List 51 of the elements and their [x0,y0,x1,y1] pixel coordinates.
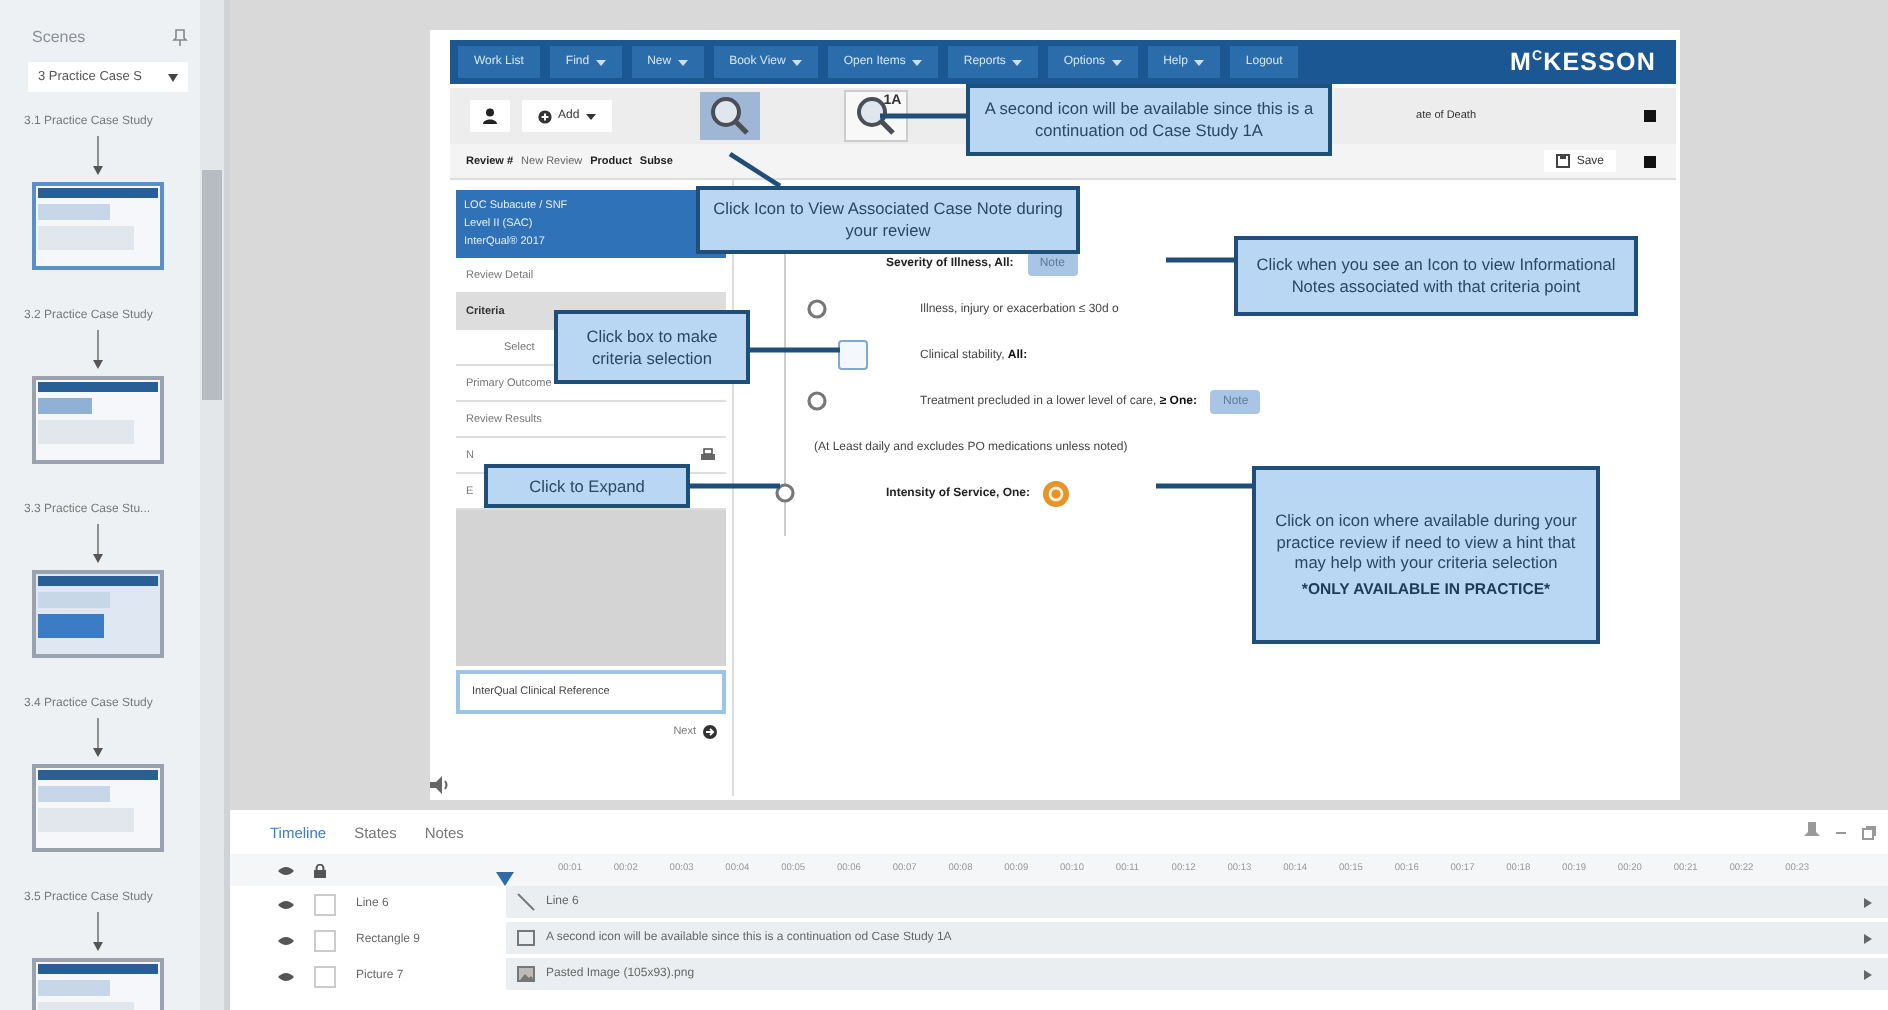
eye-icon [278,865,294,875]
lock-checkbox[interactable] [314,965,336,987]
magnifier-icon [707,94,752,138]
lock-checkbox[interactable] [314,893,336,915]
slide-thumbnail[interactable] [32,182,164,270]
eye-icon [278,935,294,945]
lock-icon [314,863,326,877]
caret-icon [585,113,596,119]
lock-checkbox[interactable] [314,929,336,951]
person-icon [482,108,498,124]
image-icon [516,964,536,984]
slide-thumbnail[interactable] [32,764,164,852]
connector-arrow [92,330,104,370]
plus-circle-icon [538,109,552,123]
panel-title: Scenes [32,28,86,46]
callout-text: Click to Expand [529,475,645,497]
scrollbar[interactable] [200,0,224,1010]
slide-thumbnail[interactable] [32,376,164,464]
callout-text: Click Icon to View Associated Case Note during your review [712,198,1064,242]
expand-arrow-icon [1864,969,1872,979]
minimize-icon [1836,827,1846,837]
playhead-icon [496,872,514,886]
callout-text: Click box to make criteria selection [584,325,720,369]
criteria-checkbox[interactable] [838,340,868,370]
restore-icon [1862,825,1876,839]
logo-text: M$^{C}$KESSON [1509,48,1658,76]
case-note-button[interactable] [699,92,760,140]
connector-arrow [92,136,104,176]
person-button[interactable] [470,100,510,132]
square-icon [1644,155,1656,167]
connector-arrow [92,912,104,952]
callout-text: Click when you see an Icon to view Informational Notes associated with that criteria point [1254,254,1618,298]
caret-icon [168,73,178,81]
expand-arrow-icon [1864,933,1872,943]
printer-icon [700,448,716,462]
speaker-icon [430,776,450,794]
slide-thumbnail[interactable] [32,570,164,658]
callout-text: Click on icon where available during your practice review if need to view a hint that may help with your criteria selection [1273,509,1579,575]
eye-icon [278,971,294,981]
pin-icon [172,28,188,46]
connector-arrow [92,524,104,564]
rectangle-icon [516,928,536,948]
line-icon [516,892,536,912]
pin-icon [1804,822,1820,842]
magnifier-icon [853,94,898,138]
callout-text: A second icon will be available since this is a continuation od Case Study 1A [982,98,1316,142]
expand-arrow-icon [1864,897,1872,907]
eye-icon [278,899,294,909]
square-icon [1644,110,1656,122]
arrow-circle-icon [702,724,718,740]
connector-arrow [92,718,104,758]
